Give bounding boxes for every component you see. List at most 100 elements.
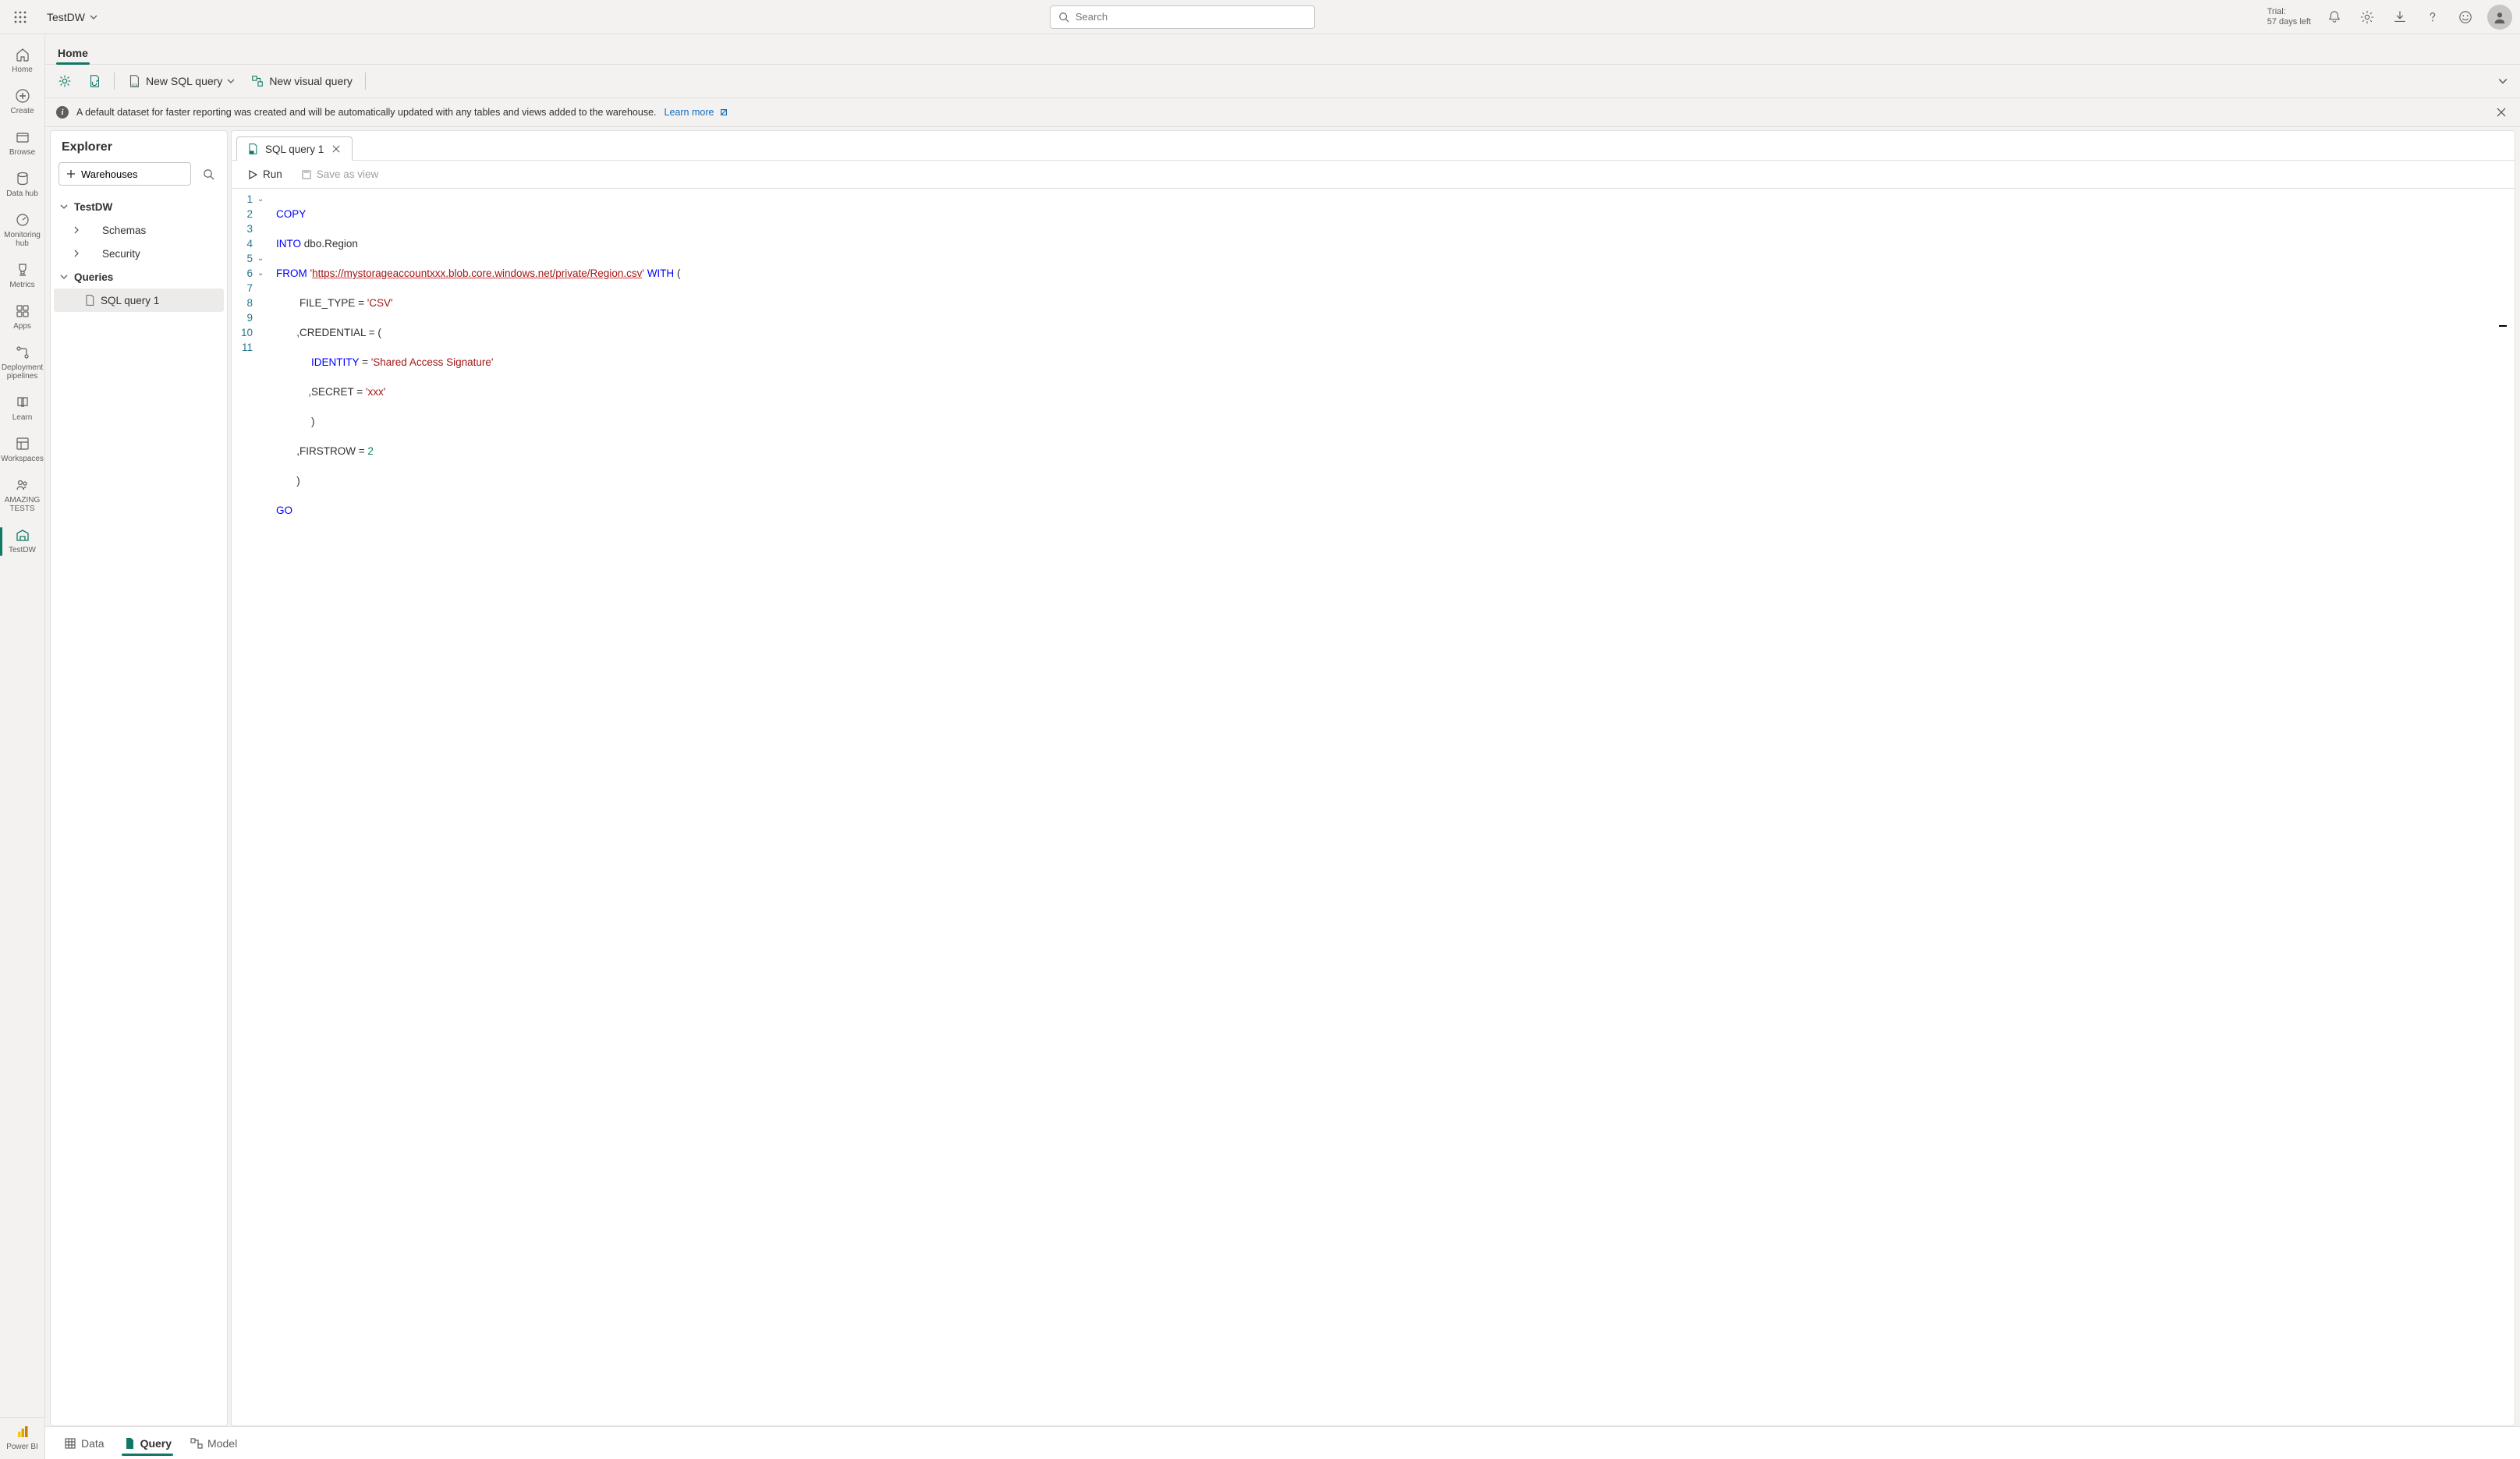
save-as-view-label: Save as view <box>317 168 379 180</box>
help-button[interactable] <box>2417 2 2448 33</box>
rail-powerbi-label: Power BI <box>5 1443 40 1451</box>
chevron-right-icon <box>73 250 80 257</box>
tree-label: TestDW <box>74 201 112 213</box>
add-warehouses-label: Warehouses <box>81 168 138 180</box>
chevron-right-icon <box>73 226 80 234</box>
rail-monitoring-hub[interactable]: Monitoring hub <box>0 206 45 256</box>
model-icon <box>190 1437 203 1450</box>
search-icon <box>203 168 214 180</box>
line-number-gutter: 1⌄ 2 3 4 5⌄ 6⌄ 7 8 9 10 11 <box>232 189 270 551</box>
rail-browse[interactable]: Browse <box>0 123 45 165</box>
waffle-icon <box>14 11 27 23</box>
tree-node-queries[interactable]: Queries <box>54 265 224 289</box>
add-warehouses-button[interactable]: Warehouses <box>58 162 191 186</box>
rail-home[interactable]: Home <box>0 41 45 82</box>
editor-tab-close-button[interactable] <box>330 143 342 155</box>
left-nav-rail: Home Create Browse Data hub Monitoring h… <box>0 34 45 1459</box>
tree-label: Queries <box>74 271 113 283</box>
save-view-icon <box>301 169 312 180</box>
rail-workspaces[interactable]: Workspaces <box>0 430 45 471</box>
notifications-button[interactable] <box>2319 2 2350 33</box>
explorer-search-button[interactable] <box>197 163 219 185</box>
top-bar: TestDW Trial: 57 days left <box>0 0 2520 34</box>
help-icon <box>2426 10 2440 24</box>
new-sql-query-button[interactable]: SQL New SQL query <box>121 69 241 94</box>
rail-learn-label: Learn <box>11 413 34 422</box>
tab-data[interactable]: Data <box>56 1432 112 1454</box>
rail-powerbi[interactable]: Power BI <box>0 1417 45 1459</box>
banner-close-button[interactable] <box>2493 104 2509 120</box>
new-visual-query-button[interactable]: New visual query <box>244 69 359 94</box>
code-editor[interactable]: 1⌄ 2 3 4 5⌄ 6⌄ 7 8 9 10 11 COPY IN <box>232 189 2515 1425</box>
chevron-down-icon <box>60 203 68 211</box>
rail-apps[interactable]: Apps <box>0 297 45 338</box>
explorer-tree: TestDW Schemas Security Queries <box>51 193 227 318</box>
feedback-button[interactable] <box>2450 2 2481 33</box>
info-banner: i A default dataset for faster reporting… <box>45 98 2520 127</box>
search-input[interactable] <box>1076 11 1306 23</box>
rail-testdw-label: TestDW <box>7 546 37 554</box>
account-avatar[interactable] <box>2487 5 2512 30</box>
info-icon: i <box>56 106 69 119</box>
chevron-down-icon <box>90 13 97 21</box>
data-hub-icon <box>15 171 30 186</box>
tree-node-testdw[interactable]: TestDW <box>54 195 224 218</box>
toolbar-refresh-button[interactable] <box>81 69 108 94</box>
rail-amazing-tests[interactable]: AMAZING TESTS <box>0 471 45 521</box>
smiley-icon <box>2458 10 2472 24</box>
download-button[interactable] <box>2384 2 2415 33</box>
rail-data-hub-label: Data hub <box>5 189 40 198</box>
toolbar-separator <box>365 73 366 90</box>
visual-query-icon <box>250 74 264 88</box>
rail-monitoring-label: Monitoring hub <box>0 231 45 248</box>
monitor-icon <box>15 212 30 228</box>
rail-create-label: Create <box>9 107 35 115</box>
save-as-view-button: Save as view <box>295 165 385 183</box>
trophy-icon <box>15 262 30 278</box>
sql-file-icon <box>83 294 96 306</box>
editor-cursor-marker <box>2499 325 2507 327</box>
global-search[interactable] <box>1050 5 1315 29</box>
rail-learn[interactable]: Learn <box>0 388 45 430</box>
explorer-panel: Explorer Warehouses TestDW <box>50 130 228 1426</box>
code-lines[interactable]: COPY INTO dbo.Region FROM 'https://mysto… <box>270 189 2515 551</box>
home-icon <box>15 47 30 62</box>
ribbon-tab-home[interactable]: Home <box>56 42 90 64</box>
tree-node-schemas[interactable]: Schemas <box>54 218 224 242</box>
file-icon <box>123 1437 136 1450</box>
run-button[interactable]: Run <box>241 165 289 183</box>
svg-text:SQL: SQL <box>131 83 139 87</box>
rail-create[interactable]: Create <box>0 82 45 123</box>
banner-learn-more-link[interactable]: Learn more <box>665 107 728 118</box>
bell-icon <box>2327 10 2341 24</box>
rail-amazing-label: AMAZING TESTS <box>0 496 45 513</box>
tree-label: Schemas <box>102 225 146 236</box>
tab-model[interactable]: Model <box>183 1432 245 1454</box>
settings-button[interactable] <box>2352 2 2383 33</box>
main-area: Home SQL New SQL query New visual query <box>45 34 2520 1459</box>
new-visual-query-label: New visual query <box>269 75 353 87</box>
tab-query[interactable]: Query <box>115 1432 179 1454</box>
body-row: Home Create Browse Data hub Monitoring h… <box>0 34 2520 1459</box>
editor-area: SQL query 1 Run Save as view <box>231 130 2515 1426</box>
app-launcher-button[interactable] <box>8 5 33 30</box>
external-link-icon <box>719 108 728 117</box>
workspace-name-dropdown[interactable]: TestDW <box>47 11 97 23</box>
tree-node-sql-query-1[interactable]: SQL query 1 <box>54 289 224 312</box>
tree-node-security[interactable]: Security <box>54 242 224 265</box>
expand-ribbon-button[interactable] <box>2492 70 2514 92</box>
tree-label: Security <box>102 248 140 260</box>
tab-model-label: Model <box>207 1437 237 1450</box>
rail-deployment-pipelines[interactable]: Deployment pipelines <box>0 338 45 388</box>
chevron-down-icon <box>60 273 68 281</box>
editor-toolbar: Run Save as view <box>232 161 2515 189</box>
rail-home-label: Home <box>10 66 34 74</box>
explorer-title: Explorer <box>51 131 227 162</box>
editor-tab-sql-query-1[interactable]: SQL query 1 <box>236 136 353 161</box>
rail-data-hub[interactable]: Data hub <box>0 165 45 206</box>
rail-testdw[interactable]: TestDW <box>0 521 45 562</box>
refresh-page-icon <box>87 74 101 88</box>
browse-icon <box>15 129 30 145</box>
toolbar-settings-button[interactable] <box>51 69 78 94</box>
rail-metrics[interactable]: Metrics <box>0 256 45 297</box>
